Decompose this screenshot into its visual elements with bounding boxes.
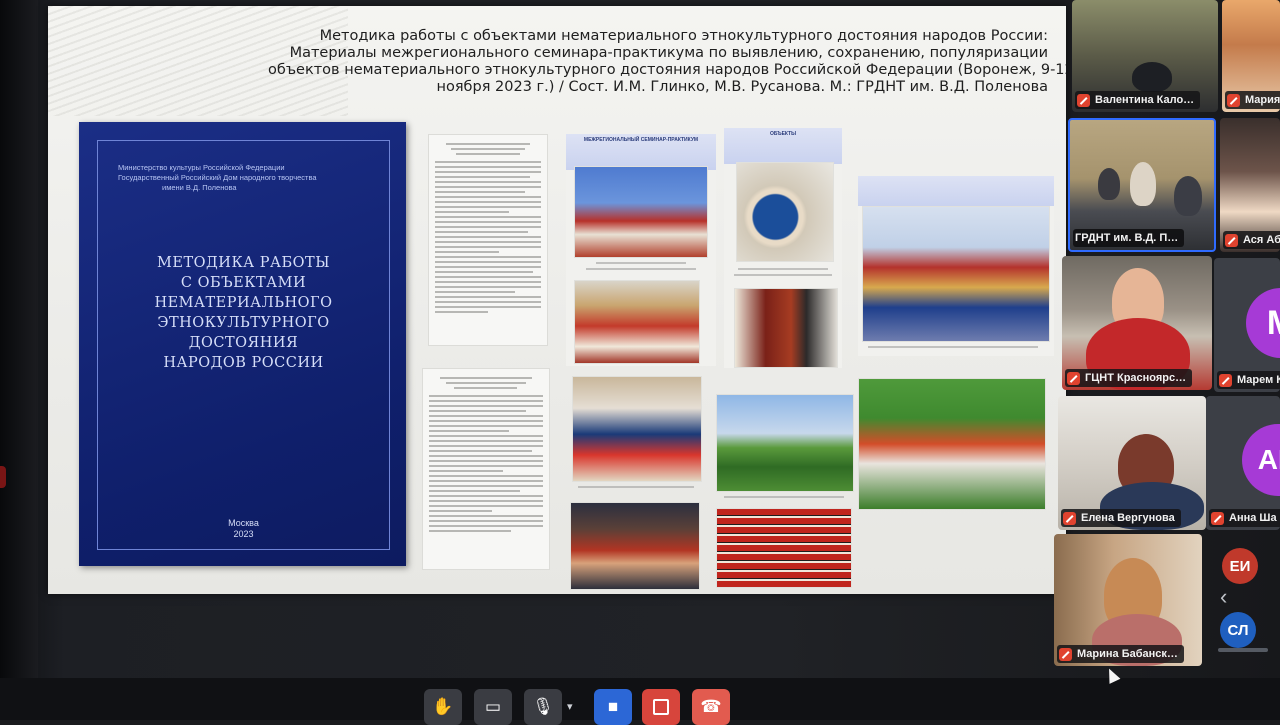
participant-tile[interactable]: Ася Абр (1220, 118, 1280, 252)
photo-card-seminar: МЕЖРЕГИОНАЛЬНЫЙ СЕМИНАР-ПРАКТИКУМ (566, 134, 716, 366)
cover-title-line: ДОСТОЯНИЯ (188, 335, 299, 351)
book-cover: Министерство культуры Российской Федерац… (79, 122, 406, 566)
participant-name: Валентина Кало… (1075, 91, 1201, 109)
mic-muted-icon (1067, 371, 1080, 385)
photo-caption (868, 346, 1038, 348)
participant-tile[interactable]: АН Анна Ша (1206, 396, 1280, 530)
pager-scrollbar[interactable] (1218, 648, 1268, 652)
book-text-page (428, 134, 548, 346)
page-text-lines (435, 143, 541, 316)
photo-craft-demonstration (574, 280, 700, 364)
participant-avatar: М (1246, 288, 1280, 358)
participant-name: Мария (1225, 91, 1280, 109)
participant-tile[interactable]: Елена Вергунова (1058, 396, 1206, 530)
photo-accordion (734, 288, 838, 368)
participant-tile[interactable]: М Марем К (1214, 258, 1280, 392)
photo-round-dance (716, 394, 854, 492)
mic-muted-icon (1227, 93, 1240, 107)
photo-card-ensemble (858, 176, 1054, 356)
mic-muted-icon (1077, 93, 1090, 107)
photo-folk-performers (574, 166, 708, 258)
participant-tile[interactable]: Валентина Кало… (1072, 0, 1218, 112)
participant-tile[interactable]: Мария (1222, 0, 1280, 112)
cover-publisher-line: Государственный Российский Дом народного… (118, 173, 317, 182)
slide-title-line: Методика работы с объектами нематериальн… (319, 28, 1048, 44)
participant-mini-avatar[interactable]: ЕИ (1222, 548, 1258, 584)
screen-share-icon: ▭ (484, 697, 502, 716)
mic-muted-icon (1225, 233, 1238, 247)
photo-folk-ensemble (862, 206, 1050, 342)
photo-card-objects: ОБЪЕКТЫ (724, 128, 842, 368)
photo-caption (586, 268, 696, 270)
book-cover-frame: Министерство культуры Российской Федерац… (97, 140, 390, 550)
participant-name: Елена Вергунова (1061, 509, 1181, 527)
participant-avatar: АН (1242, 424, 1280, 496)
participant-video (1132, 62, 1172, 92)
participant-tile[interactable]: ГЦНТ Красноярс… (1062, 256, 1212, 390)
cover-city: Москва (228, 518, 259, 528)
cover-title-line: С ОБЪЕКТАМИ (180, 275, 307, 291)
cover-year: 2023 (233, 529, 254, 539)
hand-icon: ✋ (432, 697, 454, 716)
slide-title-line: ноября 2023 г.) / Сост. И.М. Глинко, М.В… (436, 79, 1048, 95)
mic-muted-icon (1059, 647, 1072, 661)
microphone-icon: 🎙 (532, 697, 554, 716)
slide-title-line: Материалы межрегионального семинара-прак… (289, 45, 1048, 61)
photo-caption (578, 486, 694, 488)
cover-publisher-line: имени В.Д. Поленова (162, 183, 237, 192)
slide-title: Методика работы с объектами нематериальн… (268, 28, 1066, 96)
photo-speaker (572, 376, 702, 482)
page-text-lines (429, 377, 543, 535)
participant-name: Анна Ша (1209, 509, 1280, 527)
participant-name: Марина Бабанск… (1057, 645, 1184, 663)
phone-hangup-icon: ☎ (700, 697, 722, 716)
cover-imprint: Москва 2023 (98, 518, 389, 540)
participant-video (1098, 168, 1120, 200)
photo-painted-teapot (736, 162, 834, 262)
stop-icon (653, 699, 669, 715)
card-header-band (858, 176, 1054, 206)
cover-title: МЕТОДИКА РАБОТЫ С ОБЪЕКТАМИ НЕМАТЕРИАЛЬН… (98, 253, 389, 373)
participant-name: ГРДНТ им. В.Д. П… (1073, 229, 1185, 247)
participant-name: ГЦНТ Красноярс… (1065, 369, 1193, 387)
participant-name: Ася Абр (1223, 231, 1280, 249)
mic-muted-icon (1219, 373, 1232, 387)
card-heading: МЕЖРЕГИОНАЛЬНЫЙ СЕМИНАР-ПРАКТИКУМ (583, 137, 699, 143)
cover-title-line: МЕТОДИКА РАБОТЫ (157, 255, 330, 271)
photo-caption (738, 268, 828, 270)
photo-festival (858, 378, 1046, 510)
shared-screen-slide: Методика работы с объектами нематериальн… (48, 6, 1066, 594)
cover-title-line: НАРОДОВ РОССИИ (163, 355, 324, 371)
photo-caption (724, 496, 844, 498)
meeting-toolbar (0, 678, 1280, 720)
photo-caption (734, 274, 832, 276)
left-bezel (0, 0, 38, 720)
cover-title-line: ЭТНОКУЛЬТУРНОГО (157, 315, 330, 331)
participant-video (1174, 176, 1202, 216)
cover-publisher-line: Министерство культуры Российской Федерац… (118, 163, 285, 172)
mic-muted-icon (1211, 511, 1224, 525)
slide-title-line: объектов нематериального этнокультурного… (268, 62, 1066, 78)
photo-embroidery (716, 508, 852, 588)
chevron-left-icon[interactable]: ‹ (1220, 584, 1227, 610)
participant-name: Марем К (1217, 371, 1280, 389)
photo-book-presentation (570, 502, 700, 590)
participant-tile[interactable]: Марина Бабанск… (1054, 534, 1202, 666)
book-text-page (422, 368, 550, 570)
camera-icon: ■ (607, 697, 619, 716)
cover-publisher: Министерство культуры Российской Федерац… (118, 163, 368, 193)
mic-muted-icon (1063, 511, 1076, 525)
card-heading: ОБЪЕКТЫ (769, 131, 797, 137)
left-edge-indicator (0, 466, 6, 488)
cover-title-line: НЕМАТЕРИАЛЬНОГО (154, 295, 333, 311)
participant-video (1130, 162, 1156, 206)
participant-tile-active-speaker[interactable]: ГРДНТ им. В.Д. П… (1068, 118, 1216, 252)
participant-mini-avatar[interactable]: СЛ (1220, 612, 1256, 648)
photo-caption (596, 262, 686, 264)
chevron-down-icon[interactable]: ▾ (567, 700, 573, 713)
